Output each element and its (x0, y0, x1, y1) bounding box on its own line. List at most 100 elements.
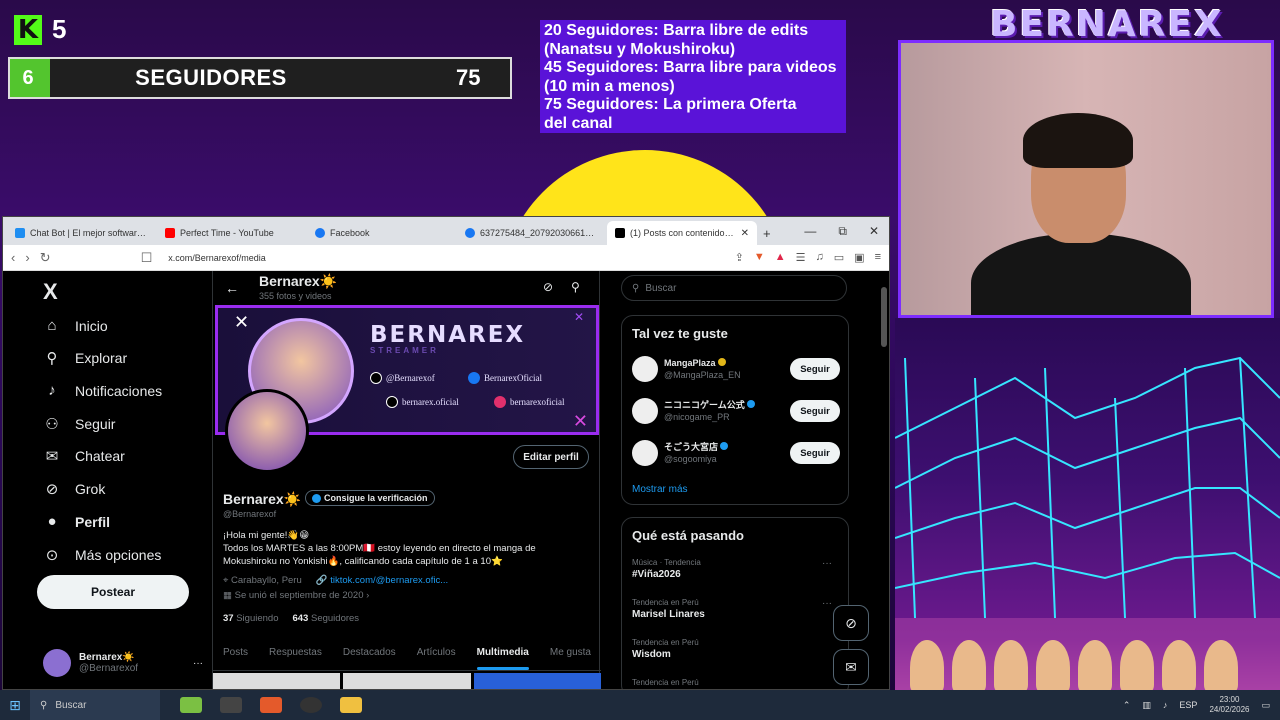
search-input[interactable]: ⚲ Buscar (621, 275, 847, 301)
tab-articulos[interactable]: Artículos (417, 641, 456, 670)
network-icon[interactable]: ▥ (1142, 700, 1151, 711)
nav-item-chatear[interactable]: ✉ Chatear (43, 447, 125, 465)
chevron-up-icon[interactable]: ⌃ (1123, 700, 1131, 711)
tab-destacados[interactable]: Destacados (343, 641, 396, 670)
get-verified-button[interactable]: Consigue la verificación (305, 490, 435, 506)
nav-item-mas-opciones[interactable]: ⊙ Más opciones (43, 546, 162, 564)
page-scrollbar[interactable] (881, 279, 887, 681)
minimize-button[interactable]: — (804, 224, 816, 239)
trend-item[interactable]: Tendencia en Perú Wisdom (632, 638, 842, 660)
grok-float-button[interactable]: ⊘ (833, 605, 869, 641)
nav-item-grok[interactable]: ⊘ Grok (43, 480, 106, 498)
trend-item[interactable]: Tendencia en Perú (632, 678, 842, 687)
profile-avatar[interactable] (225, 389, 309, 473)
join-date[interactable]: ▦ Se unió el septiembre de 2020 › (223, 590, 369, 601)
x-logo-icon[interactable]: X (43, 279, 58, 305)
clock[interactable]: 23:00 24/02/2026 (1209, 695, 1249, 715)
volume-icon[interactable]: ♪ (1163, 700, 1168, 710)
close-tab-icon[interactable]: ✕ (741, 228, 749, 239)
nav-label: Seguir (75, 416, 116, 432)
tab-posts[interactable]: Posts (223, 641, 248, 670)
browser-tab[interactable]: Chat Bot | El mejor software para ... (7, 221, 157, 245)
trend-topic: Marisel Linares (632, 609, 705, 620)
language-indicator[interactable]: ESP (1179, 700, 1197, 710)
extensions-icon[interactable]: ☰ (796, 251, 806, 264)
browser-tab[interactable]: 637275484_2079203066171278_8... (457, 221, 607, 245)
tab-multimedia[interactable]: Multimedia (476, 641, 530, 670)
follow-button[interactable]: Seguir (790, 442, 840, 464)
task-view-icon[interactable] (220, 697, 242, 713)
banner-social-x: @Bernarexof (370, 372, 435, 384)
back-arrow-icon[interactable]: ‹ (11, 250, 15, 265)
show-more-link[interactable]: Mostrar más (632, 484, 688, 495)
browser-tab[interactable]: Perfect Time - YouTube (157, 221, 307, 245)
brave-shield-icon[interactable]: ▼ (754, 251, 765, 264)
profile-meta: ⌖ Carabayllo, Peru 🔗 tiktok.com/@bernare… (223, 575, 448, 586)
restore-button[interactable]: ⧉ (838, 224, 847, 239)
media-thumbnail[interactable] (473, 673, 601, 689)
taskbar-app-icon[interactable] (180, 697, 202, 713)
brave-browser-icon[interactable] (260, 697, 282, 713)
tab-favicon-icon (15, 228, 25, 238)
chibi-character (1078, 640, 1112, 695)
nav-item-notificaciones[interactable]: ♪ Notificaciones (43, 382, 162, 399)
more-icon[interactable]: ··· (822, 558, 832, 569)
browser-tab[interactable]: Facebook (307, 221, 457, 245)
browser-tab-active[interactable]: (1) Posts con contenido multi... ✕ (607, 221, 757, 245)
post-button[interactable]: Postear (37, 575, 189, 609)
search-icon[interactable]: ⚲ (571, 280, 580, 294)
tab-me-gusta[interactable]: Me gusta (550, 641, 591, 670)
taskbar-search[interactable]: ⚲ Buscar (30, 690, 160, 720)
follow-button[interactable]: Seguir (790, 358, 840, 380)
tab-respuestas[interactable]: Respuestas (269, 641, 322, 670)
notification-icon[interactable]: ▭ (1261, 700, 1270, 711)
profile-link[interactable]: 🔗 tiktok.com/@bernarex.ofic... (316, 575, 448, 586)
tiktok-icon (386, 396, 398, 408)
trend-item[interactable]: Música · Tendencia #Viña2026 ··· (632, 558, 842, 580)
scrollbar-thumb[interactable] (881, 287, 887, 347)
url-field[interactable]: x.com/Bernarexof/media (162, 248, 724, 268)
nav-item-seguir[interactable]: ⚇ Seguir (43, 415, 115, 433)
reload-icon[interactable]: ↻ (40, 250, 51, 266)
messages-float-button[interactable]: ✉ (833, 649, 869, 685)
share-icon[interactable]: ⇪ (735, 251, 744, 264)
trend-item[interactable]: Tendencia en Perú Marisel Linares ··· (632, 598, 842, 620)
rewards-icon[interactable]: ▲ (775, 251, 786, 264)
menu-icon[interactable]: ≡ (875, 251, 881, 264)
nav-item-perfil[interactable]: ● Perfil (43, 513, 110, 530)
bookmark-icon[interactable]: ☐ (141, 250, 153, 266)
edit-profile-button[interactable]: Editar perfil (513, 445, 589, 469)
new-tab-button[interactable]: + (757, 221, 783, 245)
account-more-icon[interactable]: ··· (193, 658, 203, 669)
suggestion-row[interactable]: そごう大宮店 @sogoomiya Seguir (632, 438, 840, 468)
wallet-icon[interactable]: ▣ (854, 251, 864, 264)
trends-card: Qué está pasando Música · Tendencia #Viñ… (621, 517, 849, 689)
nav-item-inicio[interactable]: ⌂ Inicio (43, 317, 107, 334)
goal-current: 6 (22, 66, 34, 89)
suggestion-name: そごう大宮店 (664, 442, 719, 452)
extension-icons: ⇪ ▼ ▲ ☰ ♫ ▭ ▣ ≡ (735, 251, 881, 264)
nav-item-explorar[interactable]: ⚲ Explorar (43, 349, 128, 367)
verify-label: Consigue la verificación (324, 493, 428, 503)
account-switcher[interactable]: Bernarex☀️ @Bernarexof ··· (43, 649, 203, 677)
close-window-button[interactable]: ✕ (869, 224, 879, 239)
windows-start-icon[interactable]: ⊞ (0, 697, 30, 714)
file-explorer-icon[interactable] (340, 697, 362, 713)
banner-social-instagram: bernarexoficial (494, 396, 564, 408)
sidebar-icon[interactable]: ▭ (834, 251, 844, 264)
follow-button[interactable]: Seguir (790, 400, 840, 422)
media-icon[interactable]: ♫ (816, 251, 824, 264)
grok-icon[interactable]: ⊘ (543, 280, 553, 294)
media-thumbnail[interactable] (213, 673, 341, 689)
forward-arrow-icon[interactable]: › (25, 250, 29, 265)
suggestion-row[interactable]: ニコニコゲーム公式 @nicogame_PR Seguir (632, 396, 840, 426)
media-thumbnail[interactable] (343, 673, 471, 689)
followers-link[interactable]: 643 Seguidores (292, 613, 359, 624)
obs-icon[interactable] (300, 697, 322, 713)
followers-count: 643 (292, 613, 309, 624)
more-icon[interactable]: ··· (822, 598, 832, 609)
back-arrow-icon[interactable]: ← (225, 280, 239, 296)
suggestion-row[interactable]: MangaPlaza @MangaPlaza_EN Seguir (632, 354, 840, 384)
trends-title: Qué está pasando (632, 528, 744, 543)
following-link[interactable]: 37 Siguiendo (223, 613, 278, 624)
